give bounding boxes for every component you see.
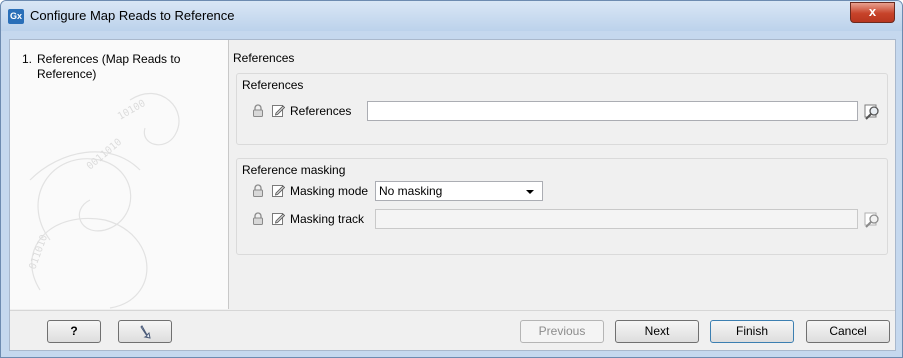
button-bar: ? Previous Next Finish Cancel	[10, 310, 895, 351]
section-title: References	[233, 51, 295, 65]
window-title: Configure Map Reads to Reference	[30, 8, 235, 23]
content-panel: References References References Referen…	[229, 40, 895, 309]
next-button[interactable]: Next	[615, 320, 699, 343]
svg-text:011010: 011010	[27, 233, 50, 271]
chevron-down-icon	[526, 190, 534, 194]
references-field[interactable]	[367, 101, 858, 121]
references-group: References References	[236, 73, 888, 145]
close-button[interactable]: x	[850, 2, 895, 23]
pencil-icon[interactable]	[272, 212, 285, 225]
lock-icon[interactable]	[252, 212, 264, 225]
group-title: References	[242, 78, 304, 92]
step-number: 1.	[22, 52, 33, 66]
masking-track-label: Masking track	[290, 212, 365, 226]
app-icon: Gx	[8, 9, 24, 24]
browse-icon[interactable]	[864, 102, 882, 120]
svg-text:0011010: 0011010	[85, 137, 124, 173]
pencil-icon[interactable]	[272, 184, 285, 197]
lock-icon[interactable]	[252, 184, 264, 197]
step-label: References (Map Reads to Reference)	[37, 52, 181, 81]
references-label: References	[290, 104, 352, 118]
reset-button[interactable]	[118, 320, 172, 343]
help-button[interactable]: ?	[47, 320, 101, 343]
dialog-window: Gx Configure Map Reads to Reference x 00…	[0, 0, 903, 358]
title-bar[interactable]: Gx Configure Map Reads to Reference x	[1, 1, 902, 31]
masking-mode-dropdown[interactable]: No masking	[375, 181, 543, 201]
reset-arrow-icon	[140, 325, 151, 339]
browse-icon[interactable]	[864, 210, 882, 228]
svg-text:10100: 10100	[116, 98, 148, 123]
masking-track-field[interactable]	[375, 209, 858, 229]
masking-mode-label: Masking mode	[290, 184, 369, 198]
lock-icon[interactable]	[252, 104, 264, 117]
reference-masking-group: Reference masking Masking mode No maskin…	[236, 158, 888, 255]
finish-button[interactable]: Finish	[710, 320, 794, 343]
previous-button[interactable]: Previous	[520, 320, 604, 343]
pencil-icon[interactable]	[272, 104, 285, 117]
masking-mode-value: No masking	[379, 184, 443, 198]
group-title: Reference masking	[242, 163, 346, 177]
cancel-button[interactable]: Cancel	[806, 320, 890, 343]
dialog-body: 0011010 011010 10100 1. References (Map …	[9, 39, 896, 351]
steps-panel: 0011010 011010 10100 1. References (Map …	[10, 40, 229, 309]
